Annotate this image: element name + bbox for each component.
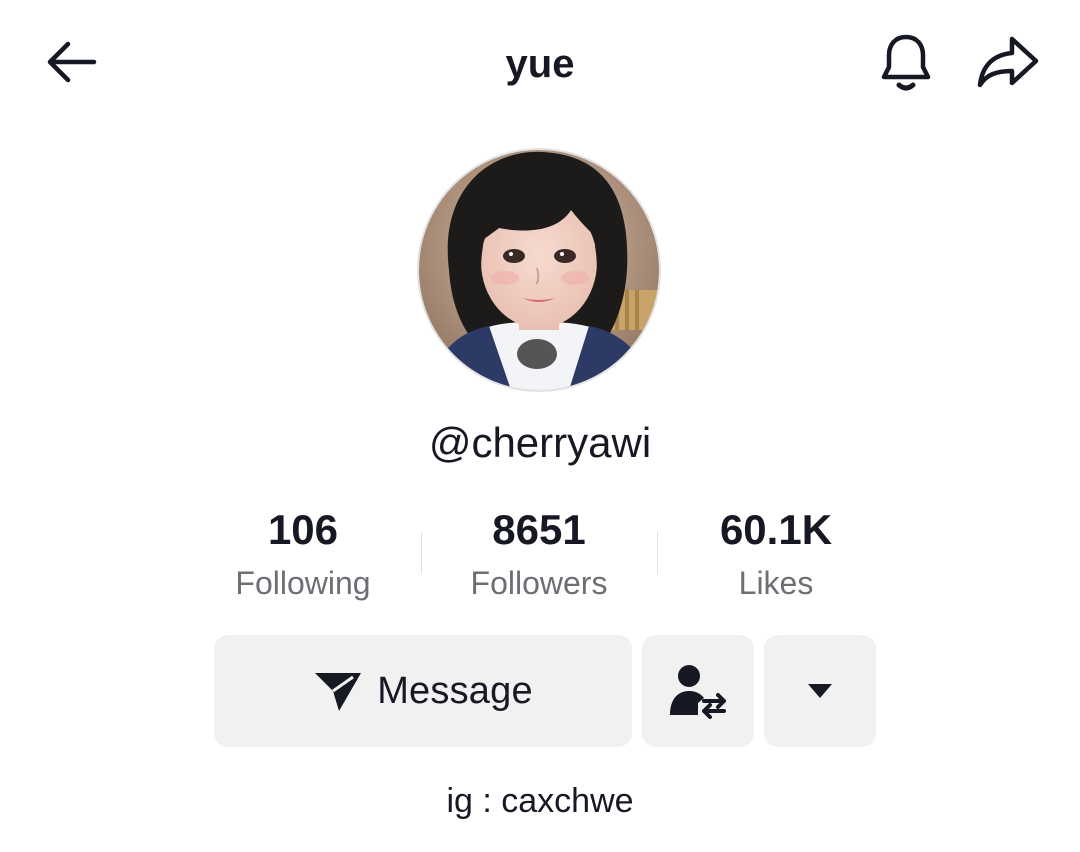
following-count: 106 — [267, 506, 339, 553]
following-label: Following — [235, 565, 371, 601]
profile-photo — [419, 150, 659, 390]
message-button[interactable]: Message — [214, 635, 632, 747]
followers-count: 8651 — [492, 506, 586, 553]
avatar[interactable] — [417, 148, 661, 392]
back-button[interactable] — [34, 28, 106, 96]
followers-label: Followers — [470, 565, 608, 601]
username-handle: @cherryawi — [428, 419, 652, 466]
arrow-left-icon — [47, 41, 97, 83]
stat-divider — [657, 532, 658, 574]
page-title: yue — [505, 42, 575, 86]
stat-divider — [421, 532, 422, 574]
person-swap-icon — [670, 665, 726, 719]
bell-icon — [881, 34, 931, 91]
share-button[interactable] — [970, 26, 1046, 98]
share-arrow-icon — [977, 36, 1039, 88]
more-dropdown-button[interactable] — [764, 635, 876, 747]
likes-label: Likes — [738, 565, 814, 601]
notification-bell-button[interactable] — [870, 26, 942, 98]
profile-bio: ig : caxchwe — [446, 782, 634, 820]
message-label: Message — [377, 669, 533, 712]
likes-count: 60.1K — [719, 506, 833, 553]
stat-following[interactable]: 106 Following — [193, 505, 413, 603]
send-icon — [315, 673, 362, 711]
caret-down-icon — [808, 684, 832, 698]
follow-toggle-button[interactable] — [642, 635, 754, 747]
stat-followers[interactable]: 8651 Followers — [429, 505, 649, 603]
stat-likes[interactable]: 60.1K Likes — [666, 505, 886, 603]
